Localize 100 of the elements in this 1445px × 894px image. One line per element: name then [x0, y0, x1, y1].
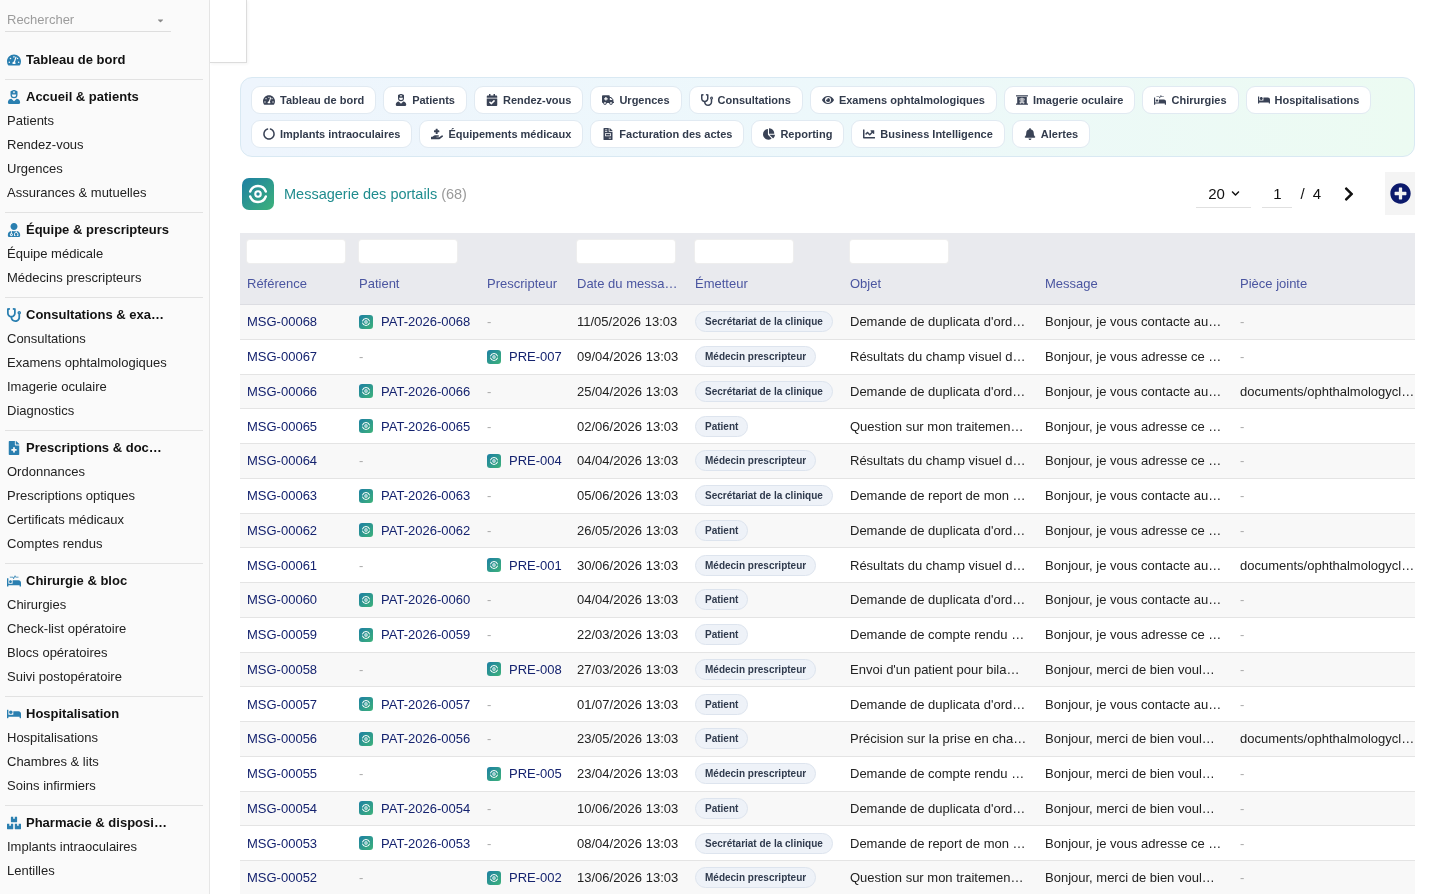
module-nav-button[interactable]: Alertes	[1011, 120, 1091, 148]
sidebar-item[interactable]: Check-list opératoire	[5, 617, 203, 641]
patient-link[interactable]: PAT-2026-0054	[381, 800, 471, 816]
sidebar-section-header[interactable]: Consultations & exa…	[5, 302, 203, 327]
sidebar-item[interactable]: Équipe médicale	[5, 242, 203, 266]
module-nav-button[interactable]: Facturation des actes	[590, 120, 745, 148]
person-icon	[395, 94, 408, 106]
prescriber-link[interactable]: PRE-001	[509, 557, 562, 573]
prescriber-link[interactable]: PRE-007	[509, 349, 562, 365]
module-nav-button[interactable]: Hospitalisations	[1245, 86, 1372, 114]
message-link[interactable]: MSG-00064	[247, 453, 318, 469]
sidebar-item[interactable]: Ordonnances	[5, 460, 203, 484]
column-header[interactable]: Patient	[359, 276, 400, 292]
module-nav-button[interactable]: Examens ophtalmologiques	[809, 86, 997, 114]
message-link[interactable]: MSG-00058	[247, 661, 318, 677]
message-link[interactable]: MSG-00054	[247, 800, 318, 816]
add-button[interactable]	[1385, 172, 1415, 215]
sidebar-item[interactable]: Soins infirmiers	[5, 774, 203, 798]
sidebar-item[interactable]: Comptes rendus	[5, 532, 203, 556]
module-nav-button[interactable]: Chirurgies	[1142, 86, 1239, 114]
sidebar-item[interactable]: Médecins prescripteurs	[5, 266, 203, 290]
sidebar-item[interactable]: Urgences	[5, 157, 203, 181]
page-input[interactable]: 1	[1262, 179, 1293, 208]
sidebar-section-header[interactable]: Hospitalisation	[5, 701, 203, 726]
patient-link[interactable]: PAT-2026-0056	[381, 731, 471, 747]
sidebar-item[interactable]: Prescriptions optiques	[5, 484, 203, 508]
sidebar-item[interactable]: Implants intraoculaires	[5, 835, 203, 859]
sidebar-section-header[interactable]: Accueil & patients	[5, 84, 203, 109]
sidebar-item[interactable]: Patients	[5, 109, 203, 133]
module-nav-button[interactable]: Tableau de bord	[251, 86, 377, 114]
prescriber-link[interactable]: PRE-005	[509, 766, 562, 782]
sidebar-item[interactable]: Hospitalisations	[5, 726, 203, 750]
module-nav-button[interactable]: Consultations	[688, 86, 803, 114]
table-cell: Bonjour, merci de bien voul…	[1045, 661, 1215, 677]
sidebar-section-header[interactable]: Chirurgie & bloc	[5, 568, 203, 593]
patient-link[interactable]: PAT-2026-0063	[381, 488, 471, 504]
column-header[interactable]: Message	[1045, 276, 1098, 292]
sidebar-item[interactable]: Lentilles	[5, 859, 203, 883]
message-link[interactable]: MSG-00056	[247, 731, 318, 747]
sidebar-item[interactable]: Chirurgies	[5, 593, 203, 617]
module-nav-button[interactable]: Urgences	[590, 86, 682, 114]
sidebar-item[interactable]: Rendez-vous	[5, 133, 203, 157]
message-link[interactable]: MSG-00068	[247, 314, 318, 330]
next-page-button[interactable]	[1343, 185, 1355, 202]
sidebar-section-header[interactable]: Prescriptions & doc…	[5, 435, 203, 460]
column-header[interactable]: Pièce jointe	[1240, 276, 1308, 292]
bed-icon	[1257, 94, 1270, 106]
sidebar-item[interactable]: Suivi postopératoire	[5, 665, 203, 689]
column-header[interactable]: Prescripteur	[487, 276, 558, 292]
table-cell: 05/06/2026 13:03	[577, 488, 679, 504]
eye-logo-icon	[487, 870, 501, 885]
message-link[interactable]: MSG-00052	[247, 870, 318, 886]
sidebar-section-header[interactable]: Équipe & prescripteurs	[5, 217, 203, 242]
sidebar-item[interactable]: Diagnostics	[5, 399, 203, 423]
search-field[interactable]: Rechercher	[5, 8, 171, 32]
patient-link[interactable]: PAT-2026-0060	[381, 592, 471, 608]
module-nav-button[interactable]: Imagerie oculaire	[1004, 86, 1136, 114]
message-link[interactable]: MSG-00065	[247, 418, 318, 434]
message-link[interactable]: MSG-00067	[247, 349, 318, 365]
module-nav-button[interactable]: Business Intelligence	[851, 120, 1005, 148]
column-header[interactable]: Référence	[247, 276, 307, 292]
message-link[interactable]: MSG-00061	[247, 557, 318, 573]
table-cell: -	[359, 453, 364, 469]
module-nav-button[interactable]: Équipements médicaux	[419, 120, 584, 148]
message-link[interactable]: MSG-00057	[247, 696, 318, 712]
patient-link[interactable]: PAT-2026-0059	[381, 627, 471, 643]
message-link[interactable]: MSG-00055	[247, 766, 318, 782]
page-size-select[interactable]: 20	[1196, 179, 1252, 208]
prescriber-link[interactable]: PRE-008	[509, 661, 562, 677]
patient-link[interactable]: PAT-2026-0066	[381, 383, 471, 399]
sidebar-item[interactable]: Blocs opératoires	[5, 641, 203, 665]
sidebar-section-header[interactable]: Tableau de bord	[5, 47, 203, 72]
sidebar-item[interactable]: Chambres & lits	[5, 750, 203, 774]
message-link[interactable]: MSG-00060	[247, 592, 318, 608]
module-nav-button[interactable]: Implants intraoculaires	[251, 120, 413, 148]
message-link[interactable]: MSG-00063	[247, 488, 318, 504]
column-header[interactable]: Émetteur	[695, 276, 748, 292]
message-link[interactable]: MSG-00053	[247, 835, 318, 851]
sidebar-item[interactable]: Examens ophtalmologiques	[5, 351, 203, 375]
patient-link[interactable]: PAT-2026-0068	[381, 314, 471, 330]
patient-link[interactable]: PAT-2026-0062	[381, 522, 471, 538]
message-link[interactable]: MSG-00062	[247, 522, 318, 538]
sidebar-item[interactable]: Certificats médicaux	[5, 508, 203, 532]
sidebar-item[interactable]: Assurances & mutuelles	[5, 181, 203, 205]
message-link[interactable]: MSG-00066	[247, 383, 318, 399]
prescriber-link[interactable]: PRE-004	[509, 453, 562, 469]
sidebar-item[interactable]: Imagerie oculaire	[5, 375, 203, 399]
patient-link[interactable]: PAT-2026-0053	[381, 835, 471, 851]
module-nav-button[interactable]: Rendez-vous	[473, 86, 584, 114]
column-header[interactable]: Objet	[850, 276, 882, 292]
message-link[interactable]: MSG-00059	[247, 627, 318, 643]
module-nav-button[interactable]: Patients	[383, 86, 467, 114]
table-cell: -	[487, 696, 492, 712]
prescriber-link[interactable]: PRE-002	[509, 870, 562, 886]
column-header[interactable]: Date du messa…	[577, 276, 678, 292]
sidebar-item[interactable]: Consultations	[5, 327, 203, 351]
module-nav-button[interactable]: Reporting	[751, 120, 845, 148]
patient-link[interactable]: PAT-2026-0057	[381, 696, 471, 712]
sidebar-section-header[interactable]: Pharmacie & disposi…	[5, 810, 203, 835]
patient-link[interactable]: PAT-2026-0065	[381, 418, 471, 434]
